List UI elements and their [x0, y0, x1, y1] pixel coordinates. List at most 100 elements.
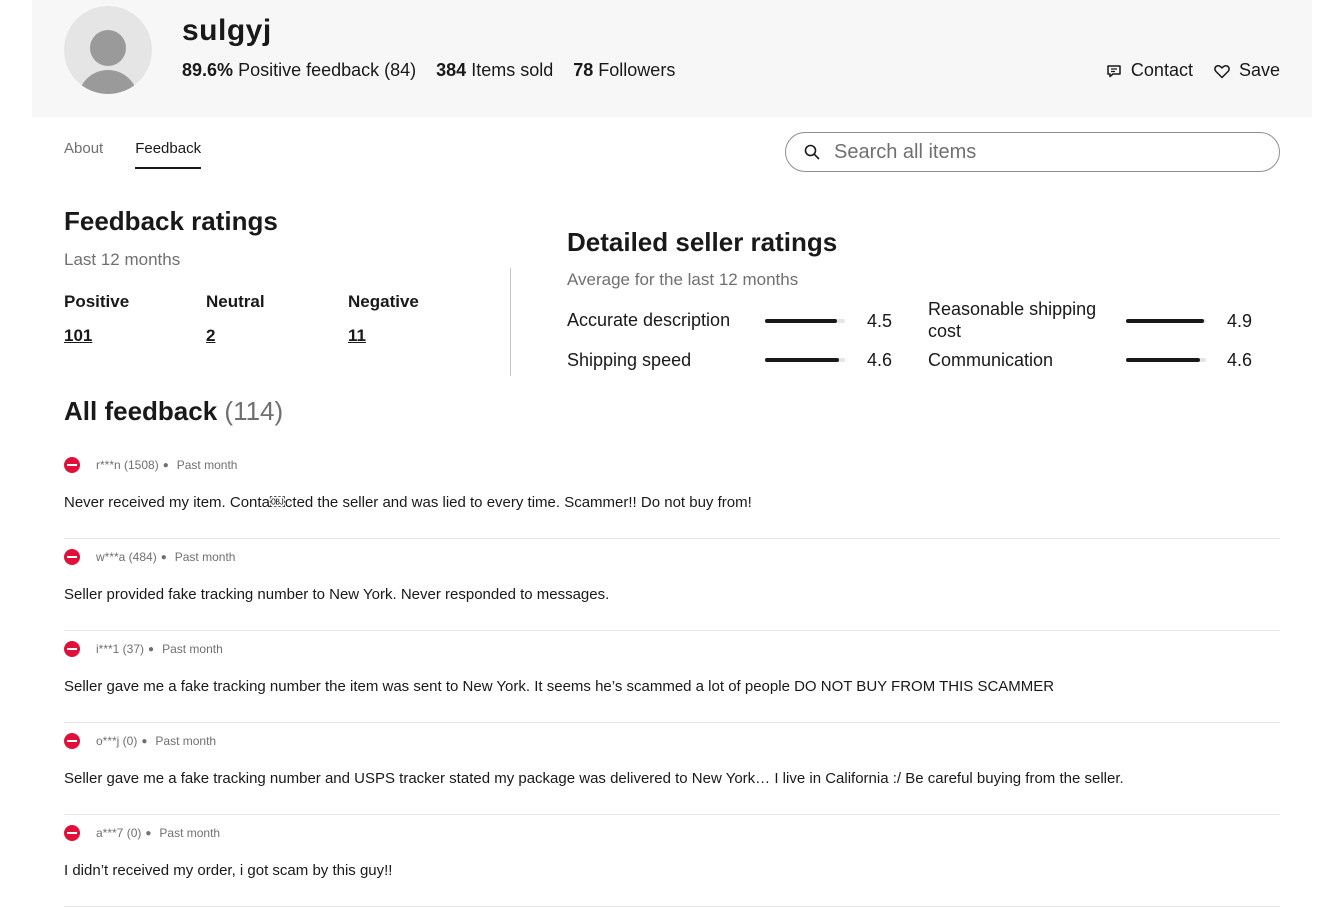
save-seller-button[interactable]: Save: [1213, 60, 1280, 81]
feedback-meta: a***7 (0) ● Past month: [64, 825, 220, 841]
feedback-time: Past month: [162, 642, 223, 656]
message-icon: [1107, 64, 1121, 77]
profile-tabs: About Feedback: [64, 140, 202, 169]
separator-dot: ●: [160, 551, 167, 563]
followers-label: Followers: [598, 60, 676, 80]
separator-dot: ●: [148, 643, 155, 655]
contact-button[interactable]: Contact: [1105, 60, 1193, 81]
rating-name: Accurate description: [567, 310, 731, 330]
rating-reasonable-shipping-cost: Reasonable shipping cost: [928, 298, 1118, 342]
all-feedback-title: All feedback (114): [64, 396, 283, 427]
feedback-meta: r***n (1508) ● Past month: [64, 457, 237, 473]
feedback-text: I didn’t received my order, i got scam b…: [64, 862, 393, 879]
all-feedback-label: All feedback: [64, 396, 218, 426]
rating-score: 4.6: [867, 350, 893, 370]
feedback-text: Seller gave me a fake tracking number th…: [64, 678, 1055, 695]
rating-bar-fill: [765, 319, 837, 323]
positive-feedback-stat[interactable]: 89.6% Positive feedback (84): [182, 60, 416, 81]
feedback-time: Past month: [174, 550, 236, 564]
tab-feedback[interactable]: Feedback: [135, 140, 202, 169]
save-label: Save: [1238, 60, 1280, 80]
feedback-ratings-subtitle: Last 12 months: [64, 250, 181, 269]
search-input[interactable]: [834, 140, 1254, 164]
feedback-user: r***n (1508): [96, 458, 159, 472]
rating-score: 4.9: [1227, 311, 1253, 331]
feedback-time: Past month: [176, 458, 238, 472]
rating-communication: Communication: [928, 349, 1053, 371]
neutral-count-link[interactable]: 2: [206, 326, 215, 346]
items-sold-count: 384: [436, 60, 467, 80]
avatar-head: [90, 30, 126, 66]
search-box[interactable]: [785, 132, 1280, 172]
positive-count-link[interactable]: 101: [64, 326, 92, 346]
feedback-item: i***1 (37) ● Past month Seller gave me a…: [64, 631, 1280, 723]
negative-rating-icon: [64, 733, 80, 749]
feedback-user: w***a (484): [96, 550, 157, 564]
neutral-column: Neutral 2: [206, 292, 348, 346]
detailed-ratings-subtitle: Average for the last 12 months: [567, 270, 799, 289]
feedback-meta: o***j (0) ● Past month: [64, 733, 216, 749]
rating-bar-fill: [765, 358, 839, 362]
feedback-text: Seller gave me a fake tracking number an…: [64, 770, 1124, 787]
seller-name: sulgyj: [182, 14, 272, 47]
rating-bar: [1126, 319, 1206, 323]
rating-name: Reasonable shipping cost: [928, 299, 1097, 341]
rating-name: Communication: [928, 350, 1054, 370]
avatar-body: [78, 70, 138, 94]
rating-shipping-speed: Shipping speed: [567, 349, 691, 371]
followers-count: 78: [573, 60, 594, 80]
separator-dot: ●: [162, 459, 169, 471]
negative-column: Negative 11: [348, 292, 490, 346]
feedback-text: Seller provided fake tracking number to …: [64, 586, 610, 603]
rating-bar-fill: [1126, 319, 1205, 323]
feedback-user: a***7 (0): [96, 826, 142, 840]
seller-stats: 89.6% Positive feedback (84) 384 Items s…: [182, 60, 675, 81]
separator-dot: ●: [141, 735, 148, 747]
rating-score: 4.6: [1227, 350, 1253, 370]
positive-label: Positive: [64, 292, 130, 311]
negative-rating-icon: [64, 641, 80, 657]
positive-pct: 89.6%: [182, 60, 234, 80]
search-icon: [804, 144, 820, 160]
followers-stat: 78 Followers: [573, 60, 675, 81]
negative-rating-icon: [64, 457, 80, 473]
feedback-meta: w***a (484) ● Past month: [64, 549, 235, 565]
header-actions: Contact Save: [1105, 60, 1280, 81]
feedback-item: w***a (484) ● Past month Seller provided…: [64, 539, 1280, 631]
negative-rating-icon: [64, 825, 80, 841]
contact-label: Contact: [1130, 60, 1193, 80]
detailed-ratings-title: Detailed seller ratings: [567, 227, 838, 257]
rating-accurate-description: Accurate description: [567, 309, 730, 331]
feedback-item: o***j (0) ● Past month Seller gave me a …: [64, 723, 1280, 815]
all-feedback-count: (114): [224, 396, 284, 426]
rating-bar: [765, 319, 845, 323]
feedback-ratings-counts: Positive 101 Neutral 2 Negative 11: [64, 292, 490, 346]
tab-about[interactable]: About: [64, 140, 103, 169]
negative-count-link[interactable]: 11: [348, 326, 366, 346]
avatar[interactable]: [64, 6, 152, 94]
items-sold-stat: 384 Items sold: [436, 60, 553, 81]
feedback-time: Past month: [155, 734, 217, 748]
feedback-item: a***7 (0) ● Past month I didn’t received…: [64, 815, 1280, 907]
positive-feedback-label: Positive feedback (84): [238, 60, 417, 80]
feedback-text: Never received my item. Conta￼cted the s…: [64, 494, 752, 511]
neutral-label: Neutral: [206, 292, 265, 311]
rating-bar: [765, 358, 845, 362]
feedback-meta: i***1 (37) ● Past month: [64, 641, 223, 657]
feedback-item: r***n (1508) ● Past month Never received…: [64, 447, 1280, 539]
heart-icon: [1214, 64, 1230, 78]
separator-dot: ●: [145, 827, 152, 839]
feedback-user: o***j (0): [96, 734, 138, 748]
seller-header: sulgyj 89.6% Positive feedback (84) 384 …: [32, 0, 1312, 117]
negative-rating-icon: [64, 549, 80, 565]
feedback-time: Past month: [159, 826, 221, 840]
items-sold-label: Items sold: [471, 60, 554, 80]
negative-label: Negative: [348, 292, 419, 311]
positive-column: Positive 101: [64, 292, 206, 346]
feedback-ratings-title: Feedback ratings: [64, 206, 278, 236]
rating-score: 4.5: [867, 311, 893, 331]
rating-bar-fill: [1126, 358, 1200, 362]
feedback-user: i***1 (37): [96, 642, 145, 656]
rating-bar: [1126, 358, 1206, 362]
rating-name: Shipping speed: [567, 350, 692, 370]
